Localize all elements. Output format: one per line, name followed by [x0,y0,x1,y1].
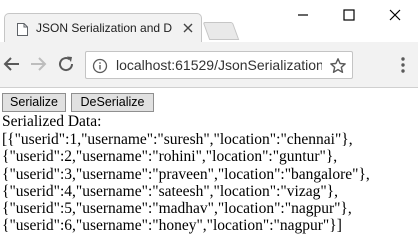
star-icon[interactable] [329,57,347,75]
serialize-button[interactable]: Serialize [2,93,66,112]
json-line: {"userid":6,"username":"honey","location… [2,217,342,235]
page-content: Serialize DeSerialize Serialized Data: [… [0,89,418,242]
json-line: {"userid":3,"username":"praveen","locati… [2,165,370,183]
serialized-data-heading: Serialized Data: [2,113,102,130]
browser-toolbar: localhost:61529/JsonSerialization[ [0,42,418,88]
info-icon[interactable] [92,58,108,74]
json-line: {"userid":2,"username":"rohini","locatio… [2,148,338,166]
arrow-right-icon[interactable] [28,54,48,74]
page-icon [17,23,28,36]
deserialize-button[interactable]: DeSerialize [71,93,154,112]
new-tab-button[interactable] [202,22,240,40]
maximize-icon[interactable] [334,4,364,26]
serialized-data-output: [{"userid":1,"username":"suresh","locati… [2,131,370,235]
window-close-icon[interactable] [380,4,410,26]
minimize-icon[interactable] [288,4,318,26]
address-bar[interactable]: localhost:61529/JsonSerialization[ [85,51,353,79]
arrow-left-icon[interactable] [2,54,22,74]
browser-tab[interactable]: JSON Serialization and D [4,13,202,43]
tab-title: JSON Serialization and D [36,21,173,35]
json-line: {"userid":4,"username":"sateesh","locati… [2,182,338,200]
json-line: {"userid":5,"username":"madhav","locatio… [2,200,352,218]
json-line: [{"userid":1,"username":"suresh","locati… [2,131,353,148]
browser-titlebar: JSON Serialization and D [0,0,418,43]
kebab-menu-icon[interactable] [396,55,410,75]
tab-close-icon[interactable] [183,23,193,33]
url-text[interactable]: localhost:61529/JsonSerialization[ [116,57,322,73]
reload-icon[interactable] [56,54,76,74]
